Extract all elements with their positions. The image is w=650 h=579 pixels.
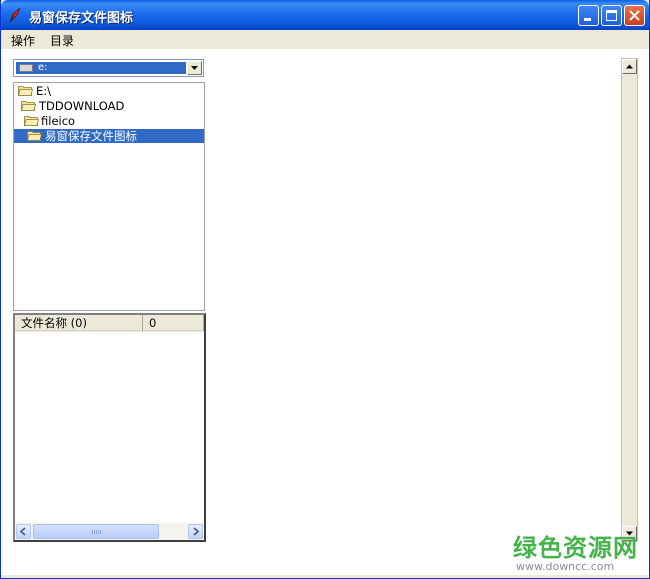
column-header-label: 文件名称 (0): [21, 316, 87, 330]
tree-item-fileico[interactable]: fileico: [24, 114, 202, 128]
file-list-horizontal-scrollbar[interactable]: [15, 523, 204, 540]
minimize-icon: [584, 18, 591, 21]
folder-tree[interactable]: E:\ TDDOWNLOAD fileico 易窗保存文件图标: [13, 82, 205, 311]
watermark-url: www.downcc.com: [516, 560, 615, 573]
drive-select-dropdown-button[interactable]: [187, 61, 202, 75]
chevron-right-icon: [193, 527, 200, 536]
tree-item-label: fileico: [41, 114, 76, 128]
menu-bar: 操作 目录: [1, 30, 649, 49]
minimize-button[interactable]: [578, 5, 599, 26]
chevron-down-icon: [191, 66, 198, 70]
open-folder-icon: [21, 101, 36, 111]
tree-item-label: E:\: [36, 84, 52, 98]
tree-item-root[interactable]: E:\: [16, 84, 202, 98]
feather-pen-icon[interactable]: [7, 7, 23, 23]
scroll-up-button[interactable]: [622, 59, 637, 74]
tree-item-selected-folder[interactable]: 易窗保存文件图标: [14, 129, 204, 143]
tree-item-tddownload[interactable]: TDDOWNLOAD: [20, 99, 202, 113]
open-folder-icon: [24, 116, 39, 126]
maximize-icon: [606, 10, 617, 21]
triangle-up-icon: [626, 64, 633, 69]
scroll-thumb[interactable]: [33, 524, 159, 539]
tree-item-label: TDDOWNLOAD: [39, 99, 125, 113]
client-area: e: E:\ TDDOWNLOAD fileico 易窗保存文件图标 文件名称 …: [1, 49, 649, 575]
drive-select-label: e:: [38, 62, 48, 73]
maximize-button[interactable]: [601, 5, 622, 26]
close-button[interactable]: [624, 5, 645, 26]
menu-operation[interactable]: 操作: [11, 32, 35, 49]
column-header-count[interactable]: 0: [143, 315, 204, 331]
chevron-left-icon: [19, 527, 26, 536]
scroll-left-button[interactable]: [16, 524, 31, 539]
app-window: 易窗保存文件图标 操作 目录 e: E:\ TDDOWNLOAD fileico…: [0, 0, 650, 579]
scroll-right-button[interactable]: [188, 524, 203, 539]
column-header-label: 0: [149, 316, 157, 330]
watermark-title: 绿色资源网: [513, 534, 638, 562]
grip-icon: [92, 530, 102, 534]
close-icon: [629, 10, 640, 21]
window-title: 易窗保存文件图标: [29, 11, 134, 26]
column-header-filename[interactable]: 文件名称 (0): [15, 315, 143, 331]
preview-vertical-scrollbar[interactable]: [621, 58, 638, 542]
tree-item-label: 易窗保存文件图标: [45, 129, 137, 143]
file-list-header: 文件名称 (0) 0: [15, 315, 204, 332]
hard-drive-icon: [19, 64, 33, 72]
file-list[interactable]: 文件名称 (0) 0: [13, 313, 206, 542]
menu-directory[interactable]: 目录: [50, 32, 74, 49]
title-bar[interactable]: 易窗保存文件图标: [1, 0, 649, 30]
drive-select[interactable]: e:: [13, 59, 204, 77]
open-folder-icon: [27, 131, 42, 141]
drive-select-value: e:: [16, 62, 186, 74]
open-folder-icon: [18, 86, 33, 96]
